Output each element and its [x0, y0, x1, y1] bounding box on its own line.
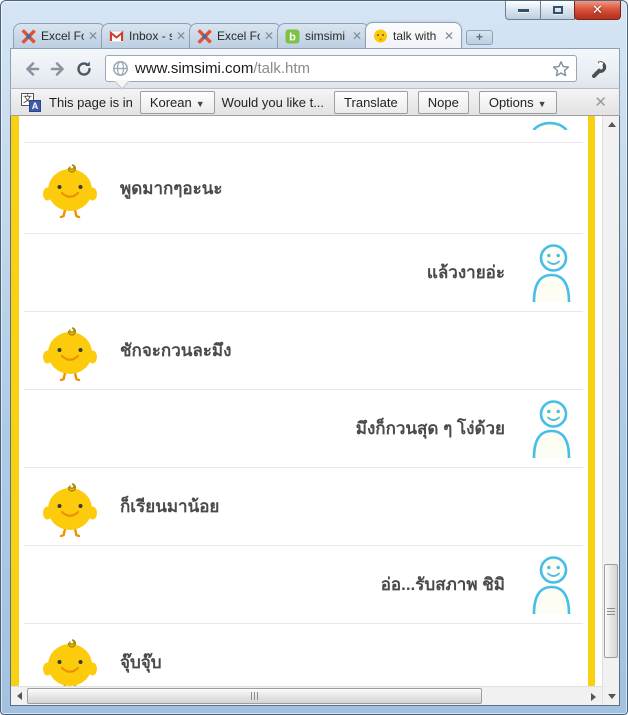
navigation-toolbar: www.simsimi.com/talk.htm: [10, 48, 620, 89]
chat-row-simsimi: ชักจะกวนละมึง: [19, 312, 588, 389]
close-icon: ✕: [592, 2, 603, 18]
tab-label: talk with: [393, 29, 440, 43]
tab-close-icon[interactable]: ✕: [176, 30, 186, 42]
tab-close-icon[interactable]: ✕: [88, 30, 98, 42]
chevron-down-icon: ▼: [196, 99, 205, 109]
scroll-left-icon: [17, 692, 22, 700]
url-host: www.simsimi.com: [135, 60, 253, 77]
chat-row-simsimi: จุ๊บจุ๊บ: [19, 624, 588, 686]
chat-row-user: มึงก็กวนสุด ๆ โง่ด้วย: [19, 390, 588, 467]
simsimi-b-icon: b: [285, 29, 300, 44]
tab-close-icon[interactable]: ✕: [264, 30, 274, 42]
tab-talk-with-active[interactable]: talk with ✕: [365, 22, 462, 48]
user-message: มึงก็กวนสุด ๆ โง่ด้วย: [356, 415, 505, 442]
url-text: www.simsimi.com/talk.htm: [135, 60, 552, 77]
chat-row-simsimi: ก็เรียนมาน้อย: [19, 468, 588, 545]
user-message: อ่อ...รับสภาพ ชิมิ: [381, 571, 505, 598]
close-window-button[interactable]: ✕: [574, 1, 621, 20]
language-dropdown[interactable]: Korean▼: [140, 91, 215, 114]
svg-text:b: b: [289, 31, 296, 43]
chat-row-partial: [19, 116, 588, 142]
scroll-left-button[interactable]: [11, 687, 28, 706]
tab-close-icon[interactable]: ✕: [444, 30, 454, 42]
url-path: /talk.htm: [253, 60, 310, 77]
tab-strip: Excel For ✕ Inbox - s ✕ Excel For ✕ b si…: [13, 23, 517, 48]
left-accent-strip: [11, 116, 19, 686]
horizontal-scrollbar-thumb[interactable]: [27, 688, 482, 704]
chat-area: พูดมากๆอะนะ แล้วงายอ่ะ ชักจะกวนละมึง มึง…: [19, 116, 588, 686]
translate-infobar: 文 A This page is in Korean▼ Would you li…: [10, 89, 620, 116]
translate-button[interactable]: Translate: [334, 91, 408, 114]
chat-row-user: อ่อ...รับสภาพ ชิมิ: [19, 546, 588, 623]
minimize-button[interactable]: [505, 1, 541, 20]
scroll-up-icon: [608, 122, 616, 127]
globe-icon: [112, 60, 129, 77]
browser-window: ✕ Excel For ✕ Inbox - s ✕ Excel For ✕ b …: [0, 0, 628, 715]
user-message: แล้วงายอ่ะ: [427, 259, 505, 286]
forward-button[interactable]: [45, 56, 71, 82]
simsimi-avatar-icon: [42, 633, 98, 687]
reload-icon: [74, 59, 94, 79]
maximize-icon: [553, 6, 563, 14]
user-avatar-icon: [531, 400, 571, 458]
vertical-scrollbar-thumb[interactable]: [604, 564, 618, 658]
window-controls: ✕: [506, 1, 621, 20]
infobar-close-icon[interactable]: ✕: [592, 93, 609, 111]
tab-label: Inbox - s: [129, 29, 172, 43]
vertical-scrollbar[interactable]: [602, 116, 619, 705]
right-accent-strip: [588, 116, 595, 686]
page-content: พูดมากๆอะนะ แล้วงายอ่ะ ชักจะกวนละมึง มึง…: [10, 116, 620, 706]
simsimi-message: ก็เรียนมาน้อย: [120, 493, 219, 520]
tab-simsimi-home[interactable]: b simsimi ✕: [277, 23, 370, 48]
scroll-right-icon: [591, 693, 596, 701]
tab-excel-forum-2[interactable]: Excel For ✕: [189, 23, 282, 48]
tab-label: Excel For: [217, 29, 260, 43]
wrench-icon: [589, 60, 607, 78]
options-dropdown[interactable]: Options▼: [479, 91, 557, 114]
infobar-pointer: [114, 81, 130, 90]
new-tab-button[interactable]: +: [466, 30, 493, 45]
scroll-up-button[interactable]: [603, 116, 620, 133]
gmail-icon: [109, 29, 124, 44]
reload-button[interactable]: [71, 56, 97, 82]
infobar-question-text: Would you like t...: [222, 95, 324, 110]
wrench-menu-button[interactable]: [585, 56, 611, 82]
bookmark-star-icon[interactable]: [552, 60, 570, 78]
scroll-right-button[interactable]: [585, 687, 602, 706]
minimize-icon: [518, 9, 529, 12]
chevron-down-icon: ▼: [538, 99, 547, 109]
mrexcel-icon: [21, 29, 36, 44]
user-avatar-icon-partial: [532, 116, 568, 130]
tab-gmail-inbox[interactable]: Inbox - s ✕: [101, 23, 194, 48]
tab-close-icon[interactable]: ✕: [352, 30, 362, 42]
user-avatar-icon: [531, 244, 571, 302]
infobar-prefix-text: This page is in: [49, 95, 133, 110]
user-avatar-icon: [531, 556, 571, 614]
simsimi-avatar-icon: [42, 477, 98, 537]
chat-row-user: แล้วงายอ่ะ: [19, 234, 588, 311]
tab-label: Excel For: [41, 29, 84, 43]
scroll-down-icon: [608, 694, 616, 699]
tab-excel-forum-1[interactable]: Excel For ✕: [13, 23, 106, 48]
nope-button[interactable]: Nope: [418, 91, 469, 114]
simsimi-message: ชักจะกวนละมึง: [120, 337, 231, 364]
simsimi-chick-icon: [373, 28, 388, 43]
chat-row-simsimi: พูดมากๆอะนะ: [19, 143, 588, 233]
scroll-down-button[interactable]: [603, 688, 620, 705]
forward-arrow-icon: [48, 59, 68, 79]
maximize-button[interactable]: [540, 1, 575, 20]
translate-icon: 文 A: [21, 93, 41, 112]
mrexcel-icon: [197, 29, 212, 44]
back-button[interactable]: [19, 56, 45, 82]
simsimi-avatar-icon: [42, 321, 98, 381]
tab-label: simsimi: [305, 29, 348, 43]
simsimi-avatar-icon: [42, 158, 98, 218]
address-bar[interactable]: www.simsimi.com/talk.htm: [105, 55, 577, 82]
horizontal-scrollbar[interactable]: [11, 686, 602, 705]
back-arrow-icon: [22, 59, 42, 79]
simsimi-message: พูดมากๆอะนะ: [120, 175, 223, 202]
simsimi-message: จุ๊บจุ๊บ: [120, 649, 162, 676]
